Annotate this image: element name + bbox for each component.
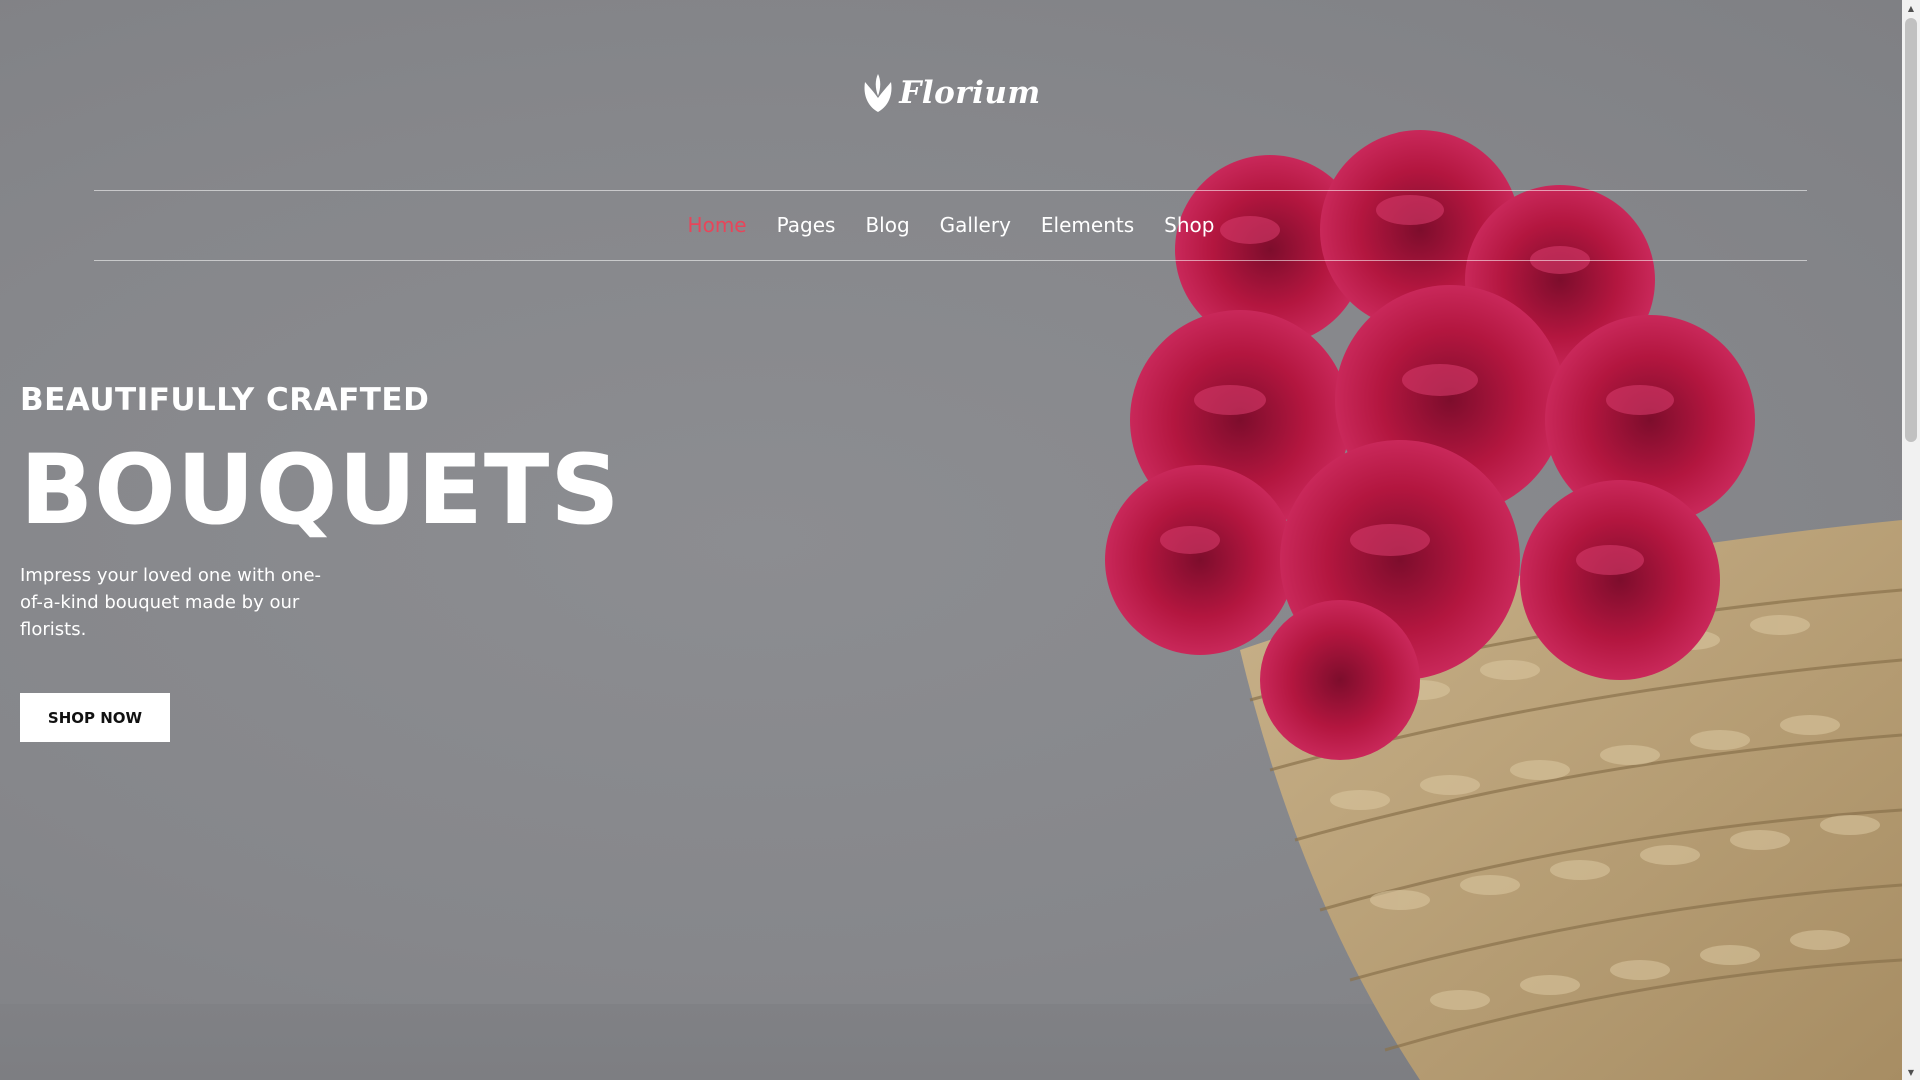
main-nav: Home Pages Blog Gallery Elements Shop — [0, 190, 1902, 260]
logo-text: Florium — [899, 75, 1041, 111]
page-scrollbar[interactable]: ▲ ▼ — [1902, 0, 1920, 1080]
nav-item-elements[interactable]: Elements — [1041, 213, 1134, 237]
tulip-logo-icon — [864, 74, 892, 112]
page: Florium Home Pages Blog Gallery Elements… — [0, 0, 1920, 1080]
hero-content: BEAUTIFULLY CRAFTED BOUQUETS Impress you… — [20, 380, 621, 643]
hero-description: Impress your loved one with one-of-a-kin… — [20, 565, 322, 640]
nav-item-gallery[interactable]: Gallery — [940, 213, 1011, 237]
scrollbar-thumb[interactable] — [1905, 18, 1917, 442]
nav-bottom-divider — [94, 260, 1807, 261]
shop-now-button[interactable]: SHOP NOW — [20, 693, 170, 742]
nav-item-blog[interactable]: Blog — [865, 213, 909, 237]
hero-subtitle: BEAUTIFULLY CRAFTED — [20, 382, 430, 418]
nav-item-home[interactable]: Home — [688, 213, 747, 237]
nav-item-shop[interactable]: Shop — [1164, 213, 1214, 237]
hero-title: BOUQUETS — [20, 434, 621, 546]
site-logo[interactable]: Florium — [0, 72, 1902, 114]
nav-item-pages[interactable]: Pages — [777, 213, 836, 237]
arrow-up-icon[interactable]: ▲ — [1902, 0, 1920, 16]
arrow-down-icon[interactable]: ▼ — [1902, 1064, 1920, 1080]
